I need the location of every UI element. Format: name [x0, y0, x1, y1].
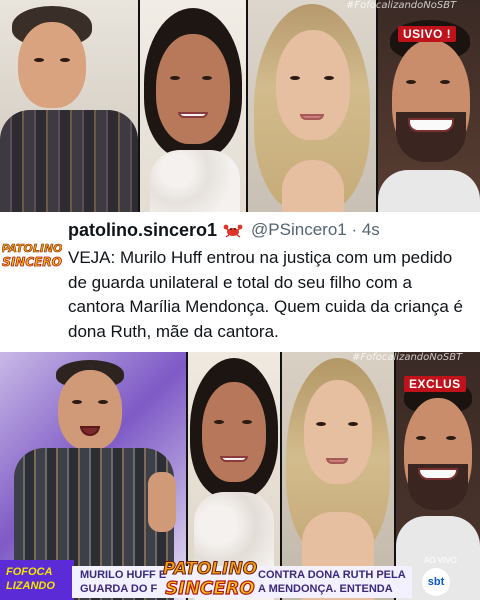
- logo-line2: SINCERO: [2, 255, 62, 269]
- top-photo-collage: #FofocalizandoNoSBT USIVO !: [0, 0, 480, 212]
- exclusive-badge: EXCLUS: [404, 376, 466, 392]
- watermark-hashtag: #FofocalizandoNoSBT: [346, 0, 457, 11]
- show-logo-line2: LIZANDO: [6, 580, 55, 592]
- lower-third-right-line1: CONTRA DONA RUTH PELA: [258, 569, 406, 581]
- overlay-logo-line1: PATOLINO: [163, 559, 257, 579]
- lower-third-left-line2: GUARDA DO F: [80, 583, 158, 595]
- overlay-logo-line2: SINCERO: [165, 578, 254, 599]
- lower-third-left-line1: MURILO HUFF E: [80, 569, 167, 581]
- sbt-channel-logo: sbt: [422, 568, 450, 596]
- host-photo: [0, 0, 138, 212]
- dona-ruth-photo: [140, 0, 246, 212]
- handle-and-time[interactable]: @PSincero1 · 4s: [251, 220, 380, 240]
- show-logo-line1: FOFOCA: [6, 566, 53, 578]
- patolino-sincero-overlay-logo: PATOLINO SINCERO: [162, 559, 257, 600]
- live-indicator: AO VIVO: [424, 556, 457, 565]
- marilia-photo: [248, 0, 376, 212]
- crab-emoji-icon: [223, 224, 243, 238]
- fofocalizando-logo: FOFOCA LIZANDO: [0, 560, 74, 600]
- marilia-video-photo: [282, 352, 394, 600]
- watermark-hashtag: #FofocalizandoNoSBT: [352, 352, 463, 363]
- tweet-header: patolino.sincero1 @PSincero1 · 4s: [68, 218, 380, 242]
- lower-third-right-line2: A MENDONÇA. ENTENDA: [258, 583, 393, 595]
- tweet-card: PATOLINO SINCERO patolino.sincero1 @PSin…: [0, 212, 480, 352]
- exclusive-badge: USIVO !: [398, 26, 457, 42]
- tweet-text: VEJA: Murilo Huff entrou na justiça com …: [68, 248, 463, 341]
- patolino-sincero-logo: PATOLINO SINCERO: [2, 242, 62, 270]
- logo-line1: PATOLINO: [2, 242, 62, 255]
- display-name[interactable]: patolino.sincero1: [68, 220, 217, 241]
- hand: [148, 472, 176, 532]
